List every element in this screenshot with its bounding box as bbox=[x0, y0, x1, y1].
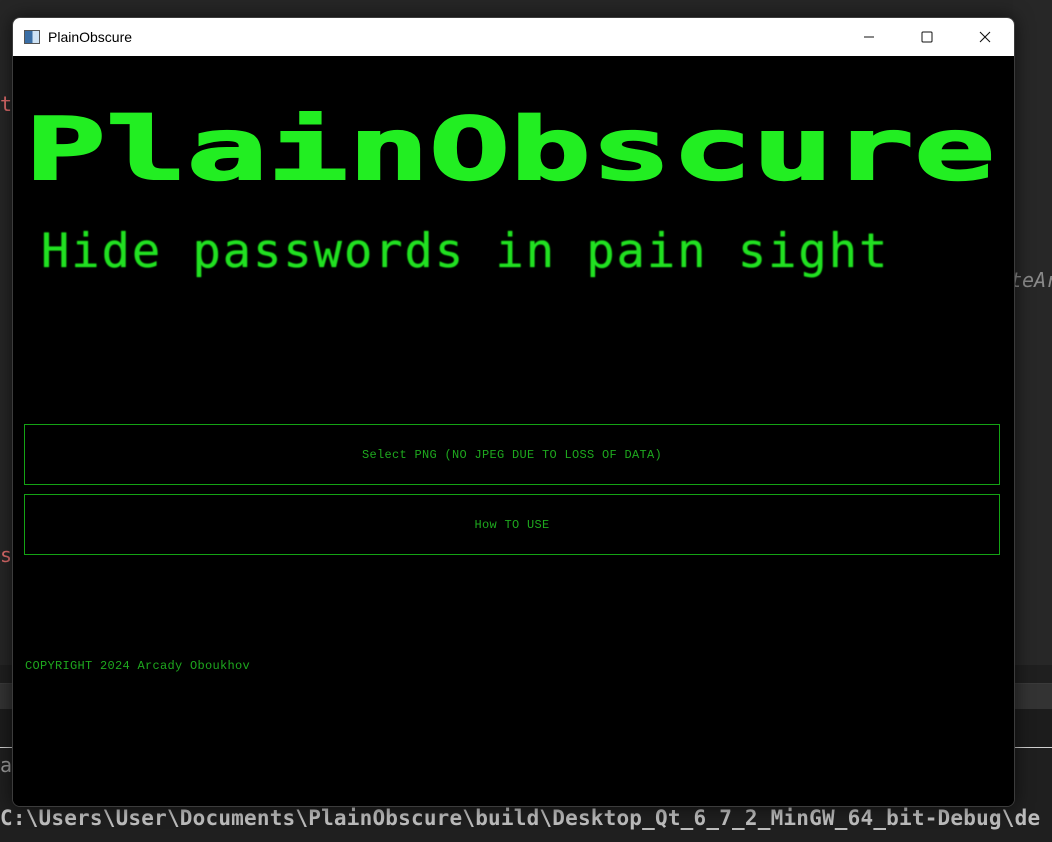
select-png-button[interactable]: Select PNG (NO JPEG DUE TO LOSS OF DATA) bbox=[24, 424, 1000, 485]
close-button[interactable] bbox=[956, 18, 1014, 56]
minimize-icon bbox=[864, 36, 874, 38]
background-terminal-path: C:\Users\User\Documents\PlainObscure\bui… bbox=[0, 806, 1041, 830]
background-code-fragment: teAr bbox=[1010, 268, 1052, 292]
minimize-button[interactable] bbox=[840, 18, 898, 56]
copyright-text: COPYRIGHT 2024 Arcady Oboukhov bbox=[25, 659, 251, 673]
app-window: PlainObscure PlainObscure Hide passwords… bbox=[12, 17, 1015, 807]
app-window-icon bbox=[24, 30, 40, 44]
app-tagline: Hide passwords in pain sight bbox=[41, 224, 890, 279]
close-icon bbox=[979, 31, 991, 43]
background-code-fragment: s bbox=[0, 543, 13, 567]
app-logo-text: PlainObscure bbox=[25, 111, 995, 189]
how-to-use-button[interactable]: How TO USE bbox=[24, 494, 1000, 555]
background-code-fragment: t bbox=[0, 92, 13, 116]
maximize-button[interactable] bbox=[898, 18, 956, 56]
app-logo: PlainObscure bbox=[25, 111, 996, 189]
window-controls bbox=[840, 18, 1014, 56]
window-title: PlainObscure bbox=[48, 29, 133, 45]
title-bar[interactable]: PlainObscure bbox=[13, 18, 1014, 56]
background-code-fragment: a bbox=[0, 753, 13, 777]
how-to-use-button-label: How TO USE bbox=[474, 517, 550, 532]
maximize-icon bbox=[921, 31, 933, 43]
app-client-area: PlainObscure Hide passwords in pain sigh… bbox=[13, 56, 1014, 806]
background-right-panel bbox=[1013, 0, 1052, 665]
select-png-button-label: Select PNG (NO JPEG DUE TO LOSS OF DATA) bbox=[361, 447, 663, 462]
